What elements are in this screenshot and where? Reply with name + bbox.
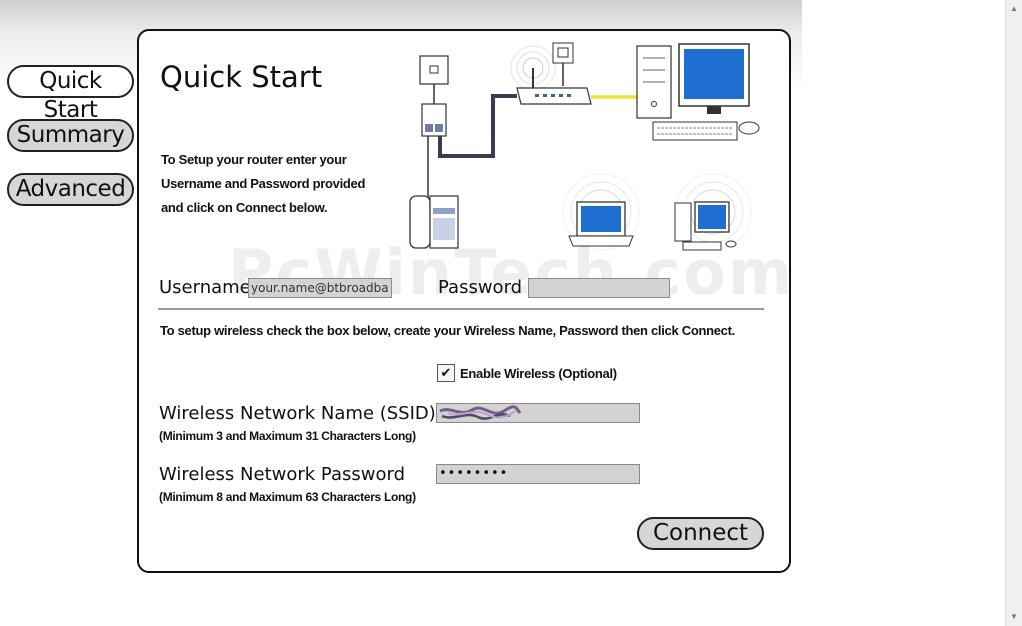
phone-icon (409, 195, 459, 249)
scroll-down-icon[interactable]: ▼ (1006, 609, 1022, 625)
checkmark-icon: ✔ (440, 365, 452, 380)
enable-wireless-label: Enable Wireless (Optional) (460, 366, 617, 381)
setup-instructions: To Setup your router enter your Username… (161, 148, 401, 220)
wireless-password-label: Wireless Network Password (159, 464, 405, 485)
microfilter-icon (421, 103, 447, 137)
ssid-hint: (Minimum 3 and Maximum 31 Characters Lon… (159, 429, 416, 443)
instruction-line: To Setup your router enter your (161, 152, 347, 167)
username-label: Username (159, 277, 251, 298)
wireless-desktop-icon (674, 173, 752, 251)
wireless-password-hint: (Minimum 8 and Maximum 63 Characters Lon… (159, 490, 416, 504)
redacted-scribble-icon (439, 405, 522, 420)
username-input[interactable] (248, 278, 392, 298)
enable-wireless-checkbox[interactable]: ✔ (437, 364, 455, 382)
ssid-label: Wireless Network Name (SSID) (159, 403, 436, 424)
wireless-instructions: To setup wireless check the box below, c… (160, 323, 735, 338)
network-diagram (409, 42, 760, 251)
page-title: Quick Start (160, 60, 323, 94)
nav-summary-button[interactable]: Summary (7, 119, 134, 152)
nav-quick-start-button[interactable]: Quick Start (7, 65, 134, 123)
scroll-up-icon[interactable]: ▲ (1006, 1, 1022, 17)
nav-advanced-button[interactable]: Advanced (7, 173, 134, 206)
router-icon (510, 42, 592, 105)
vertical-scrollbar[interactable]: ▲ ▼ (1005, 0, 1022, 626)
desktop-computer-icon (636, 43, 760, 141)
section-divider (158, 308, 764, 310)
instruction-line: and click on Connect below. (161, 200, 328, 215)
instruction-line: Username and Password provided (161, 176, 366, 191)
wall-socket-icon (419, 55, 449, 85)
wireless-password-input[interactable]: •••••••• (436, 464, 640, 484)
password-label: Password (438, 277, 523, 298)
password-input[interactable] (528, 278, 670, 298)
connect-button[interactable]: Connect (637, 517, 764, 550)
laptop-icon (562, 173, 640, 251)
